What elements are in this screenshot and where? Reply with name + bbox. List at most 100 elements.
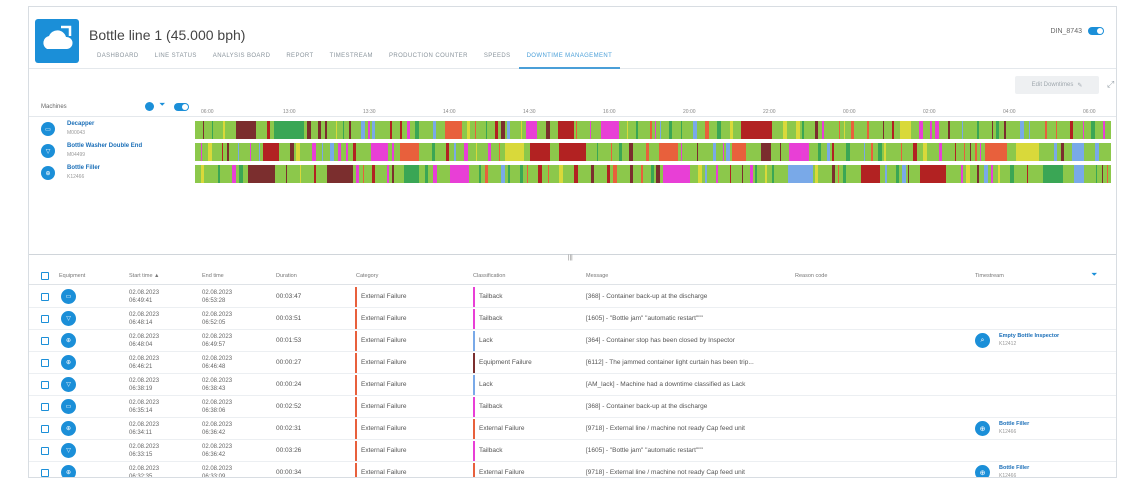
timestream-icon[interactable]: ⊕: [975, 421, 990, 436]
timeline-segment[interactable]: [713, 143, 716, 161]
timeline-segment[interactable]: [248, 165, 275, 183]
timeline-segment[interactable]: [454, 143, 456, 161]
timeline-segment[interactable]: [400, 143, 419, 161]
timeline-segment[interactable]: [1020, 121, 1024, 139]
table-row[interactable]: ⊕ 02.08.2023 06:32:35 02.08.2023 06:33:09 00:…: [29, 462, 1116, 477]
timeline-segment[interactable]: [1102, 165, 1103, 183]
timeline-segment[interactable]: [218, 165, 220, 183]
timeline-segment[interactable]: [838, 165, 839, 183]
timeline-segment[interactable]: [236, 121, 256, 139]
timeline-segment[interactable]: [772, 165, 774, 183]
tab-production-counter[interactable]: Production counter: [381, 49, 476, 69]
add-machine-icon[interactable]: [145, 102, 154, 111]
col-classification[interactable]: Classification: [473, 273, 505, 279]
washer-icon[interactable]: ▽: [61, 443, 76, 458]
timeline-segment[interactable]: [1061, 143, 1064, 161]
tab-analysis-board[interactable]: Analysis board: [205, 49, 279, 69]
timeline-segment[interactable]: [446, 143, 449, 161]
timeline-segment[interactable]: [832, 143, 834, 161]
timeline-segment[interactable]: [501, 165, 505, 183]
timeline-segment[interactable]: [507, 121, 510, 139]
timeline-segment[interactable]: [730, 165, 731, 183]
timeline-segment[interactable]: [526, 121, 537, 139]
timeline-segment[interactable]: [607, 165, 610, 183]
gantt-toggle[interactable]: [174, 103, 189, 111]
timeline-segment[interactable]: [591, 165, 594, 183]
timeline-segment[interactable]: [475, 121, 476, 139]
timeline-segment[interactable]: [601, 121, 619, 139]
timeline-segment[interactable]: [415, 121, 419, 139]
timeline-segment[interactable]: [948, 121, 950, 139]
split-handle[interactable]: |||: [568, 255, 573, 261]
timeline-segment[interactable]: [980, 143, 981, 161]
timeline-segment[interactable]: [867, 121, 869, 139]
timestream-icon[interactable]: ⌕: [975, 333, 990, 348]
timeline-segment[interactable]: [698, 165, 702, 183]
timeline-segment[interactable]: [663, 165, 690, 183]
timeline-segment[interactable]: [884, 143, 886, 161]
timeline-segment[interactable]: [590, 121, 591, 139]
timeline-segment[interactable]: [505, 143, 524, 161]
timeline-segment[interactable]: [630, 165, 633, 183]
timeline-segment[interactable]: [892, 121, 894, 139]
timeline-segment[interactable]: [796, 121, 800, 139]
timeline-segment[interactable]: [659, 143, 678, 161]
timeline-segment[interactable]: [548, 165, 549, 183]
expand-icon[interactable]: ⤢: [1107, 79, 1114, 90]
timeline-segment[interactable]: [975, 143, 977, 161]
timeline-segment[interactable]: [390, 121, 392, 139]
timeline-segment[interactable]: [693, 121, 697, 139]
timeline-segment[interactable]: [955, 143, 956, 161]
timeline-segment[interactable]: [650, 121, 652, 139]
timeline-segment[interactable]: [338, 143, 341, 161]
timeline-segment[interactable]: [349, 121, 351, 139]
timeline-segment[interactable]: [238, 143, 239, 161]
timeline-segment[interactable]: [1043, 165, 1063, 183]
timeline-segment[interactable]: [520, 165, 523, 183]
timeline-segment[interactable]: [201, 143, 202, 161]
timeline-segment[interactable]: [697, 143, 698, 161]
timeline-segment[interactable]: [212, 121, 213, 139]
col-equipment[interactable]: Equipment: [59, 273, 85, 279]
timeline-segment[interactable]: [970, 143, 971, 161]
col-start-time[interactable]: Start time ▲: [129, 273, 160, 279]
timeline-segment[interactable]: [996, 121, 999, 139]
tab-speeds[interactable]: Speeds: [476, 49, 519, 69]
timeline-segment[interactable]: [371, 143, 388, 161]
timeline-segment[interactable]: [356, 165, 359, 183]
timeline-segment[interactable]: [296, 143, 300, 161]
timeline-segment[interactable]: [274, 121, 304, 139]
timeline-segment[interactable]: [780, 143, 781, 161]
col-duration[interactable]: Duration: [276, 273, 297, 279]
timeline-segment[interactable]: [669, 121, 672, 139]
timeline-segment[interactable]: [913, 143, 917, 161]
timeline-segment[interactable]: [232, 165, 236, 183]
timeline-segment[interactable]: [732, 143, 746, 161]
timeline-segment[interactable]: [815, 121, 818, 139]
filler-icon[interactable]: ⊕: [61, 465, 76, 477]
row-checkbox[interactable]: [41, 447, 49, 455]
timeline-segment[interactable]: [919, 121, 923, 139]
timeline-bar[interactable]: [195, 143, 1111, 161]
timeline-segment[interactable]: [611, 143, 612, 161]
row-checkbox[interactable]: [41, 381, 49, 389]
row-checkbox[interactable]: [41, 293, 49, 301]
timeline-segment[interactable]: [755, 165, 757, 183]
timeline-segment[interactable]: [1107, 165, 1108, 183]
cloud-logo-icon[interactable]: [35, 19, 79, 63]
timeline-segment[interactable]: [368, 121, 370, 139]
timeline-segment[interactable]: [827, 143, 830, 161]
timeline-segment[interactable]: [314, 165, 316, 183]
timeline-segment[interactable]: [464, 143, 468, 161]
timeline-segment[interactable]: [1072, 143, 1084, 161]
machine-name[interactable]: Bottle Filler: [67, 165, 100, 171]
timeline-segment[interactable]: [597, 143, 598, 161]
timeline-segment[interactable]: [844, 121, 845, 139]
timeline-segment[interactable]: [984, 165, 988, 183]
row-checkbox[interactable]: [41, 425, 49, 433]
tab-report[interactable]: Report: [278, 49, 321, 69]
timeline-segment[interactable]: [716, 165, 718, 183]
timeline-segment[interactable]: [361, 121, 365, 139]
timeline-segment[interactable]: [977, 165, 979, 183]
timeline-segment[interactable]: [619, 143, 622, 161]
